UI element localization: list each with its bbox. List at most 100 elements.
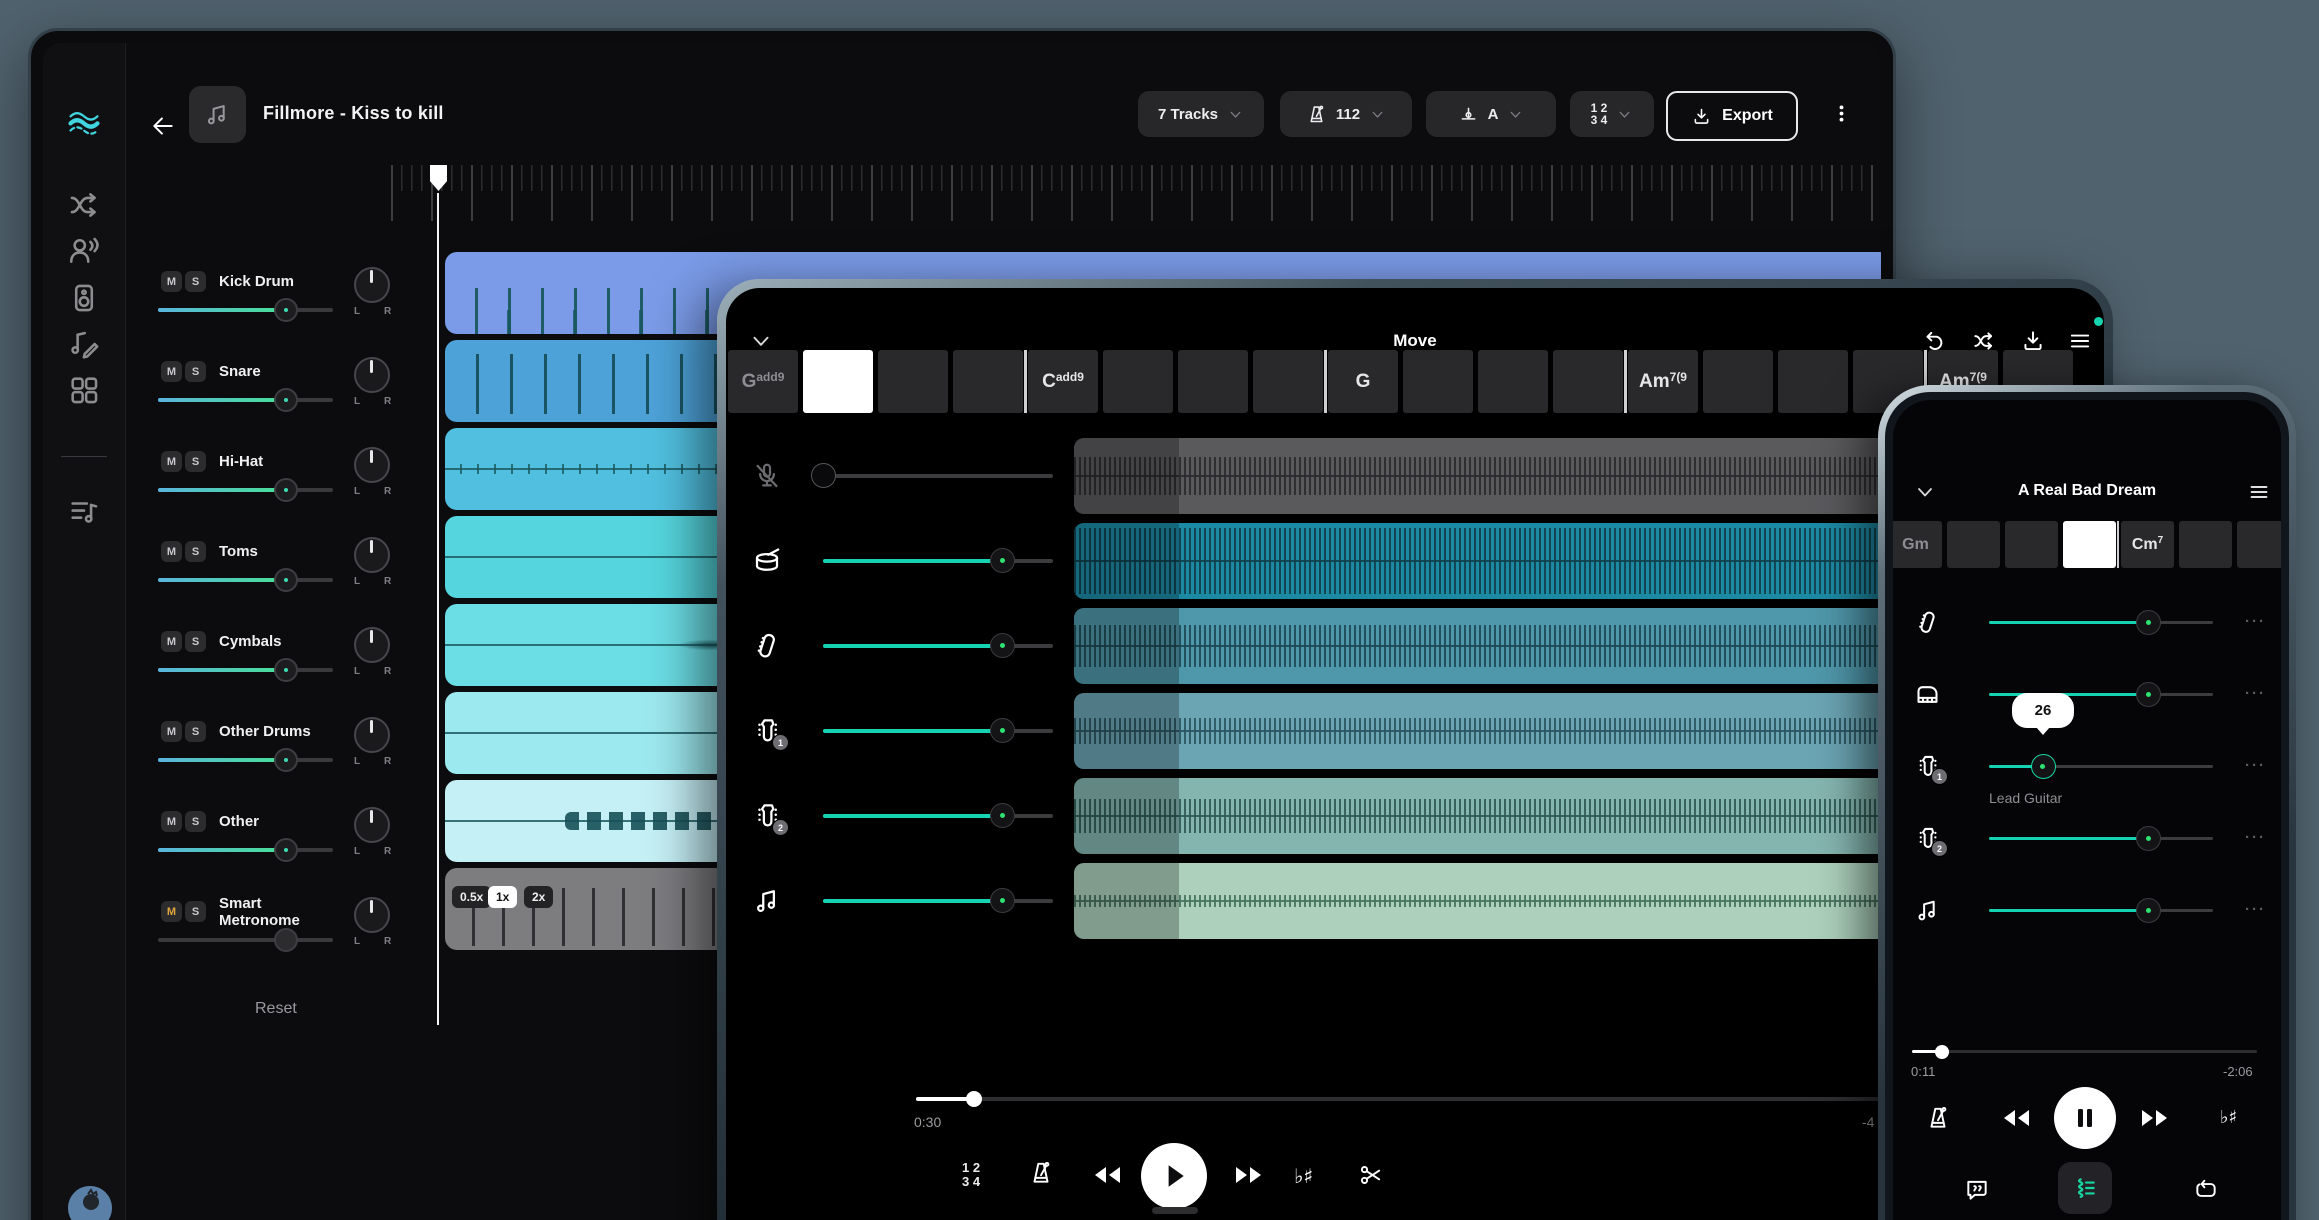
volume-knob[interactable] [990, 633, 1015, 658]
lyric-writer-icon[interactable] [67, 327, 101, 361]
pan-knob[interactable] [354, 267, 390, 303]
back-arrow-icon[interactable] [150, 113, 176, 139]
volume-knob[interactable] [274, 478, 298, 502]
split-tracks-icon[interactable] [67, 188, 101, 222]
reset-button[interactable]: Reset [255, 1000, 297, 1018]
solo-button[interactable]: S [185, 631, 206, 652]
mute-button[interactable]: M [161, 541, 182, 562]
volume-knob[interactable] [274, 388, 298, 412]
timesig-control[interactable]: 1 2 3 4 [962, 1161, 980, 1189]
chord-cell-empty[interactable] [2237, 521, 2281, 568]
chord-cell-empty[interactable] [2179, 521, 2232, 568]
chord-cell-empty[interactable] [1178, 350, 1248, 413]
volume-knob[interactable] [274, 298, 298, 322]
stem-volume-slider[interactable] [823, 814, 1053, 818]
progress-bar[interactable] [1912, 1050, 2257, 1053]
playlist-icon[interactable] [67, 495, 101, 529]
volume-knob[interactable] [274, 748, 298, 772]
speed-chip-1x[interactable]: 1x [488, 886, 517, 908]
stem-volume-slider[interactable] [1989, 837, 2213, 840]
solo-button[interactable]: S [185, 721, 206, 742]
volume-slider[interactable] [158, 938, 333, 942]
pitch-dropdown[interactable]: A [1426, 91, 1556, 137]
stem-volume-slider[interactable] [823, 644, 1053, 648]
pan-knob[interactable] [354, 897, 390, 933]
chord-cell-empty[interactable] [953, 350, 1023, 413]
volume-knob[interactable] [990, 888, 1015, 913]
stem-volume-slider[interactable] [1989, 621, 2213, 624]
hamburger-menu-icon[interactable] [2247, 480, 2271, 504]
progress-knob[interactable] [966, 1091, 982, 1107]
stem-options-ellipsis[interactable]: ··· [2245, 757, 2266, 774]
chord-cell-Gm[interactable]: Gm [1893, 521, 1942, 568]
chord-cell-empty[interactable] [2005, 521, 2058, 568]
app-logo-icon[interactable] [67, 105, 101, 139]
pan-knob[interactable] [354, 717, 390, 753]
mute-button[interactable]: M [161, 811, 182, 832]
stem-volume-slider[interactable] [823, 559, 1053, 563]
metronome-icon[interactable] [1028, 1160, 1054, 1186]
mute-button[interactable]: M [161, 271, 182, 292]
volume-knob[interactable] [274, 658, 298, 682]
chord-cell-empty[interactable] [1253, 350, 1323, 413]
volume-slider[interactable] [158, 668, 333, 672]
timeline-ruler[interactable] [391, 165, 1881, 247]
stem-options-ellipsis[interactable]: ··· [2245, 685, 2266, 702]
volume-knob[interactable] [2031, 754, 2056, 779]
stem-options-ellipsis[interactable]: ··· [2245, 613, 2266, 630]
chord-cell-empty[interactable] [1103, 350, 1173, 413]
volume-knob[interactable] [274, 928, 298, 952]
stem-volume-slider[interactable] [823, 899, 1053, 903]
mute-button[interactable]: M [161, 901, 182, 922]
chord-cell-empty[interactable] [1403, 350, 1473, 413]
chord-cell-current[interactable] [803, 350, 873, 413]
chord-cell-empty[interactable] [1947, 521, 2000, 568]
rewind-icon[interactable] [1091, 1163, 1125, 1187]
volume-knob[interactable] [274, 838, 298, 862]
amp-speaker-icon[interactable] [67, 281, 101, 315]
mute-button[interactable]: M [161, 631, 182, 652]
chord-cell-G[interactable]: G [1328, 350, 1398, 413]
timesig-dropdown[interactable]: 1 2 3 4 [1570, 91, 1654, 137]
chord-cell-empty[interactable] [1703, 350, 1773, 413]
volume-slider[interactable] [158, 488, 333, 492]
stem-volume-slider[interactable] [1989, 765, 2213, 768]
progress-knob[interactable] [1935, 1045, 1949, 1059]
solo-button[interactable]: S [185, 271, 206, 292]
metronome-icon[interactable] [1925, 1105, 1951, 1131]
volume-slider[interactable] [158, 398, 333, 402]
volume-slider[interactable] [158, 308, 333, 312]
volume-slider[interactable] [158, 848, 333, 852]
chord-cell-empty[interactable] [1553, 350, 1623, 413]
pitch-shift-icon[interactable]: ♭♯ [1294, 1164, 1313, 1188]
fast-forward-icon[interactable] [2137, 1106, 2171, 1130]
stem-volume-slider[interactable] [823, 729, 1053, 733]
apps-grid-icon[interactable] [67, 373, 101, 407]
solo-button[interactable]: S [185, 361, 206, 382]
volume-knob[interactable] [2136, 898, 2161, 923]
rewind-icon[interactable] [2000, 1106, 2034, 1130]
stem-options-ellipsis[interactable]: ··· [2245, 829, 2266, 846]
avatar[interactable] [68, 1186, 112, 1220]
pan-knob[interactable] [354, 807, 390, 843]
chord-cell-Am7(9[interactable]: Am7(9 [1628, 350, 1698, 413]
stem-options-ellipsis[interactable]: ··· [2245, 901, 2266, 918]
lyrics-tab-icon[interactable] [1964, 1177, 1990, 1203]
pan-knob[interactable] [354, 357, 390, 393]
pause-button[interactable] [2054, 1087, 2116, 1149]
stem-volume-slider[interactable] [1989, 909, 2213, 912]
kebab-menu-icon[interactable] [1831, 103, 1852, 124]
pan-knob[interactable] [354, 537, 390, 573]
export-button[interactable]: Export [1666, 91, 1798, 141]
volume-knob[interactable] [2136, 826, 2161, 851]
volume-slider[interactable] [158, 758, 333, 762]
volume-knob[interactable] [990, 803, 1015, 828]
pan-knob[interactable] [354, 627, 390, 663]
fast-forward-icon[interactable] [1231, 1163, 1265, 1187]
voice-studio-icon[interactable] [67, 234, 101, 268]
pan-knob[interactable] [354, 447, 390, 483]
volume-knob[interactable] [274, 568, 298, 592]
chord-cell-current[interactable] [2063, 521, 2116, 568]
solo-button[interactable]: S [185, 901, 206, 922]
mute-button[interactable]: M [161, 361, 182, 382]
